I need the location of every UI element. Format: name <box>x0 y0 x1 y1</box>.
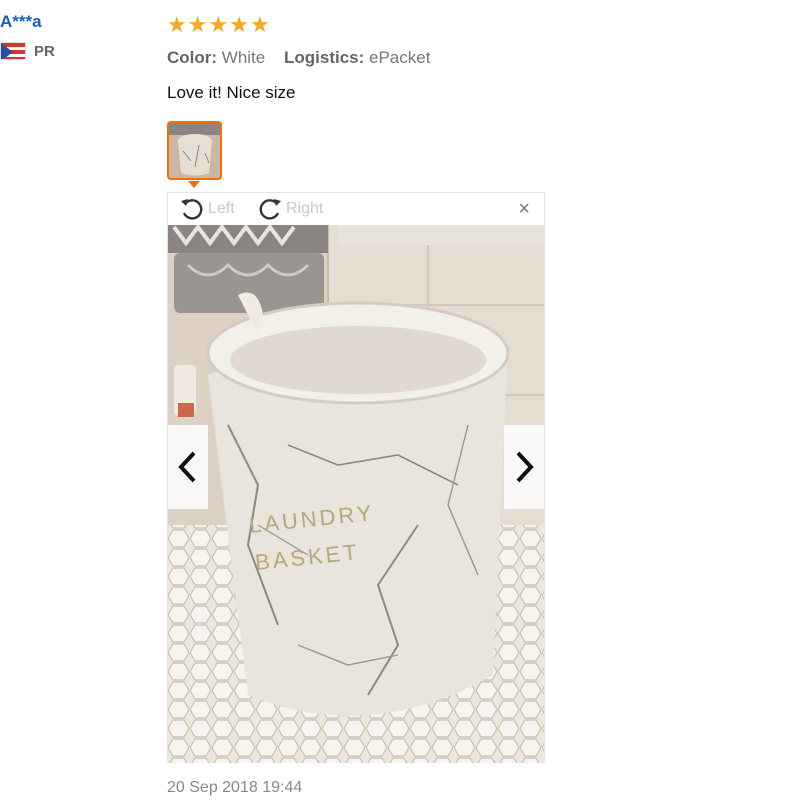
star-rating: ★ ★ ★ ★ ★ <box>167 14 270 36</box>
rotate-right-icon <box>259 199 281 220</box>
rotate-left-button[interactable]: Left <box>178 195 235 223</box>
rotate-left-label: Left <box>208 200 235 217</box>
review-attributes: Color: White Logistics: ePacket <box>167 48 430 68</box>
chevron-left-icon <box>178 451 196 483</box>
next-photo-button[interactable] <box>504 425 544 509</box>
chevron-right-icon <box>516 451 534 483</box>
rotate-left-icon <box>181 199 203 220</box>
color-label: Color: <box>167 48 218 67</box>
logistics-value: ePacket <box>369 48 431 67</box>
thumbnail-indicator <box>188 181 200 188</box>
close-icon[interactable]: × <box>518 199 530 219</box>
reviewer-country: PR <box>0 42 55 60</box>
star-icon: ★ <box>229 12 249 37</box>
review-photo-thumbnail[interactable] <box>167 121 222 180</box>
star-icon: ★ <box>167 12 187 37</box>
review-text: Love it! Nice size <box>167 83 296 102</box>
viewer-toolbar: Left Right × <box>168 193 544 225</box>
puerto-rico-flag-icon <box>0 42 26 60</box>
logistics-label: Logistics: <box>283 48 365 67</box>
previous-photo-button[interactable] <box>168 425 208 509</box>
reviewer-name: A***a <box>0 12 42 31</box>
review-photo: LAUNDRY BASKET <box>168 225 544 763</box>
rotate-right-button[interactable]: Right <box>256 195 323 223</box>
color-value: White <box>221 48 266 67</box>
star-icon: ★ <box>208 12 229 37</box>
star-icon: ★ <box>187 12 208 37</box>
review-date: 20 Sep 2018 19:44 <box>167 779 303 796</box>
star-icon: ★ <box>249 12 270 37</box>
photo-viewer: Left Right × LAUNDRY BASKET <box>167 192 545 763</box>
rotate-right-label: Right <box>286 200 324 217</box>
reviewer-info: A***a <box>0 12 150 32</box>
country-code: PR <box>34 42 55 60</box>
